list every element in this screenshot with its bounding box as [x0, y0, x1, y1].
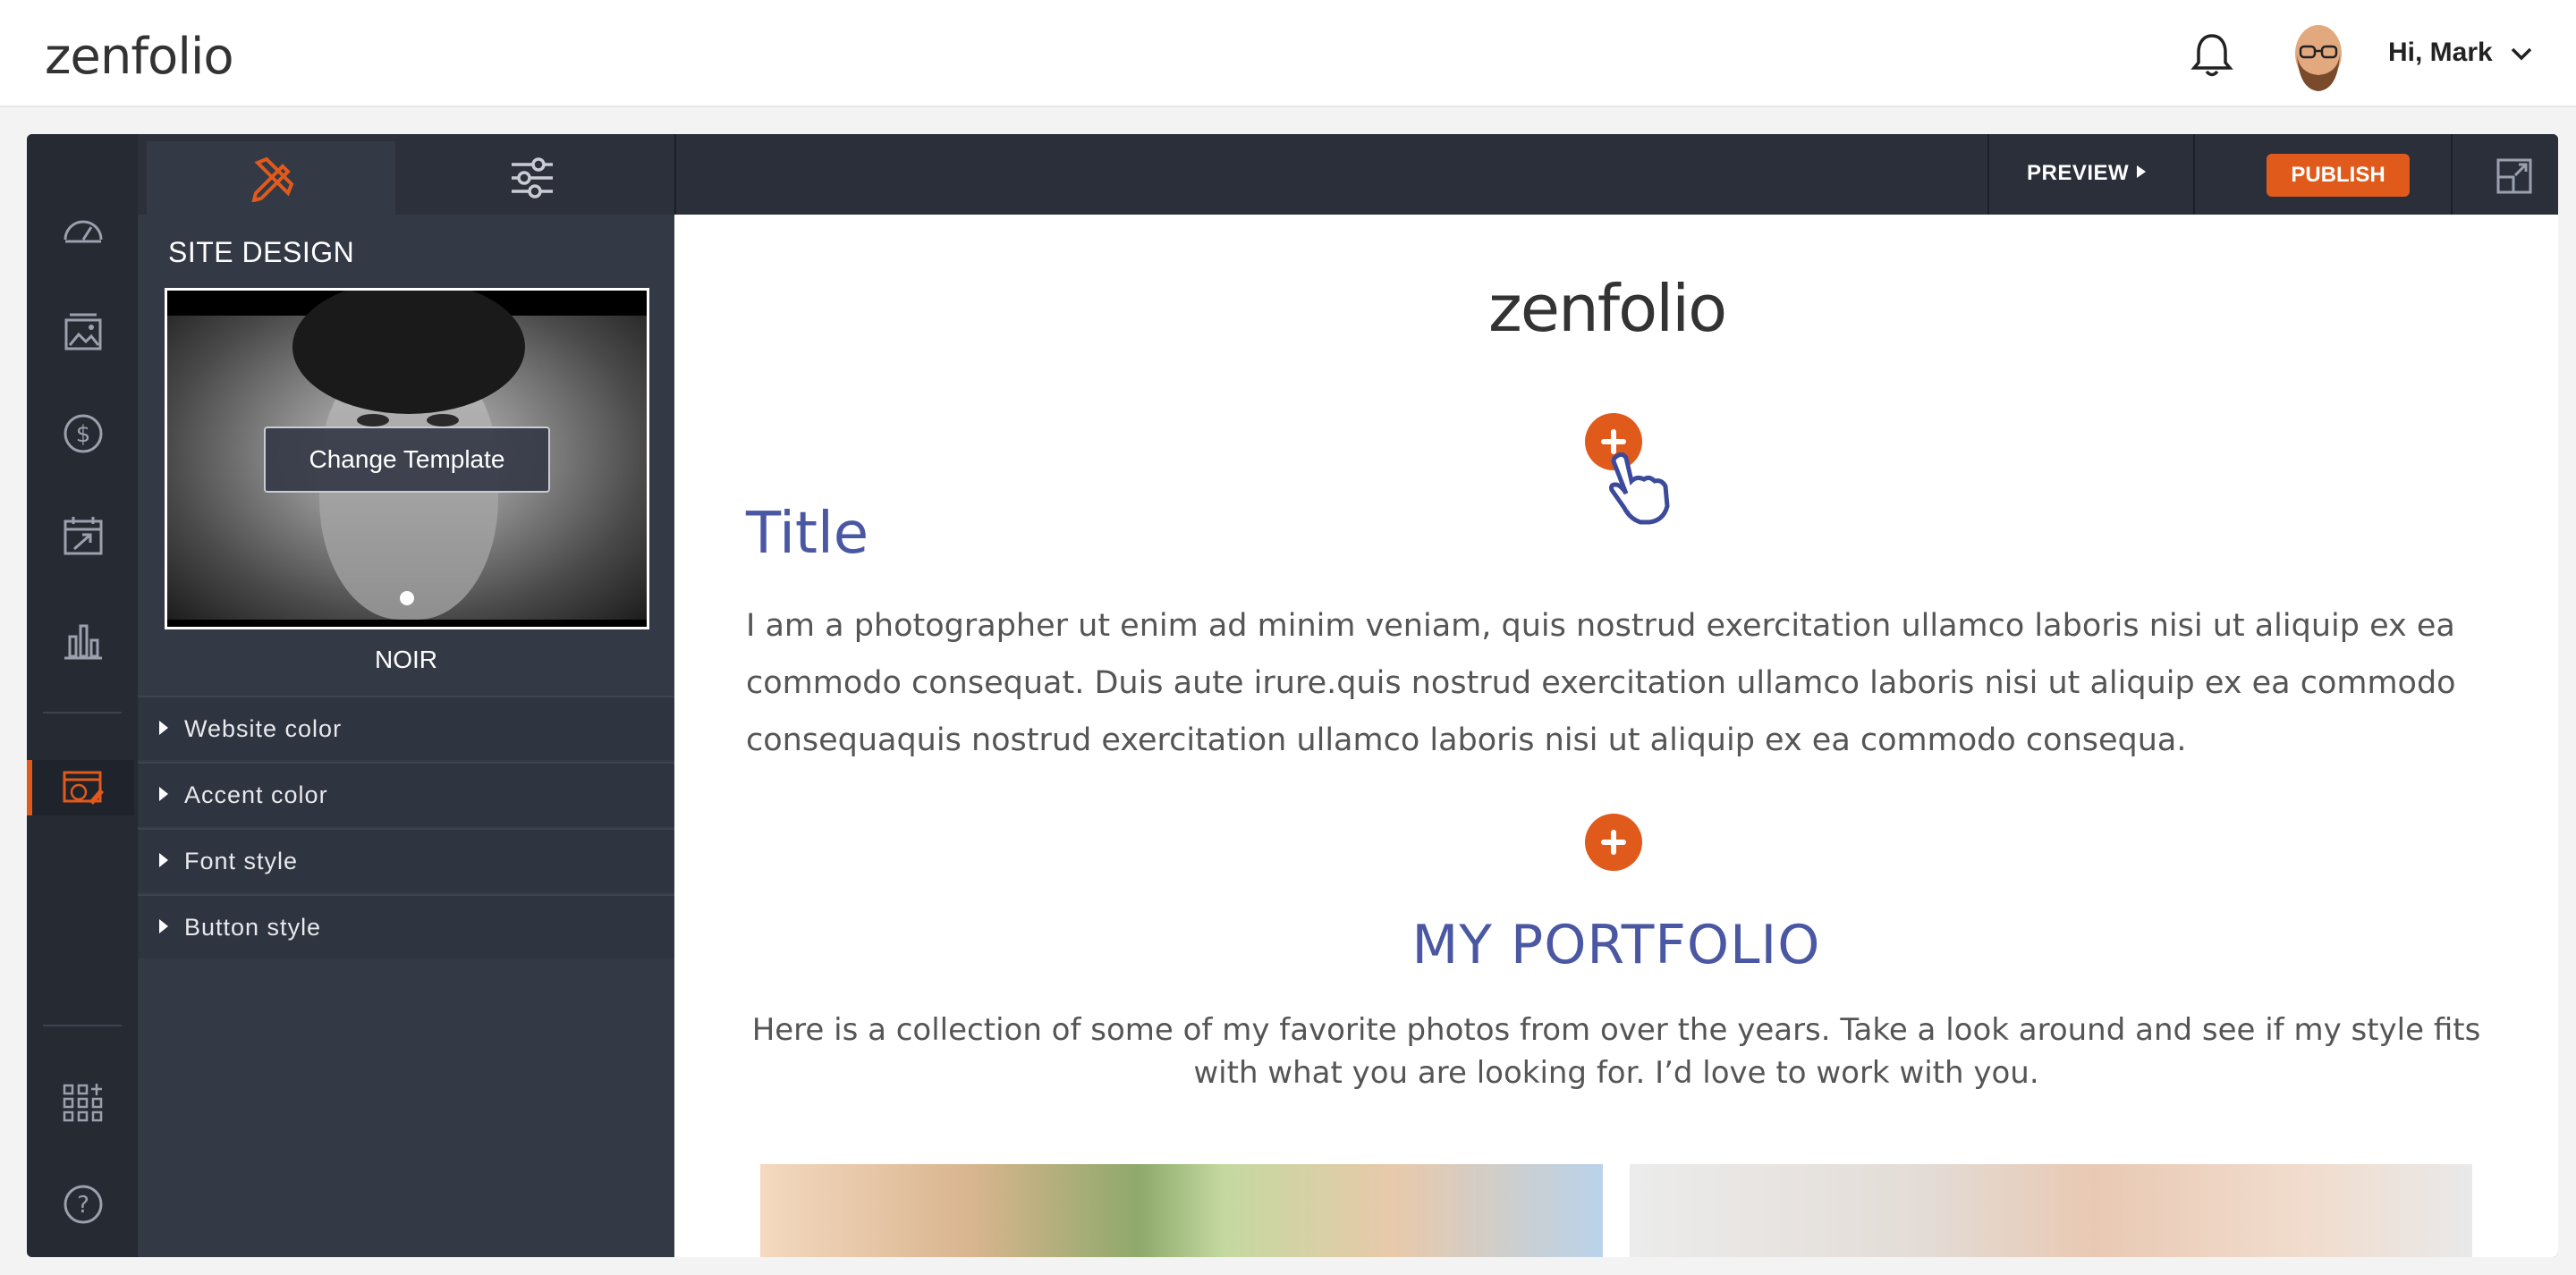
- dashboard-icon[interactable]: [61, 207, 106, 252]
- portrait-eye: [357, 414, 389, 426]
- scroll-down-icon: [400, 591, 414, 605]
- svg-text:zenfolio: zenfolio: [1488, 271, 1725, 346]
- preview-label: PREVIEW: [2027, 161, 2130, 185]
- portfolio-description[interactable]: Here is a collection of some of my favor…: [746, 1009, 2487, 1094]
- zenfolio-logo[interactable]: zenfolio: [45, 20, 250, 91]
- tab-settings[interactable]: [406, 141, 655, 215]
- caret-right-icon: [159, 853, 168, 867]
- statistics-icon[interactable]: [61, 617, 106, 662]
- accordion-font-style[interactable]: Font style: [138, 828, 674, 892]
- toolbar-divider: [1987, 134, 1989, 215]
- svg-text:zenfolio: zenfolio: [45, 28, 233, 86]
- toolbar-divider: [674, 134, 676, 215]
- site-title[interactable]: Title: [746, 501, 869, 567]
- publish-button[interactable]: PUBLISH: [2267, 154, 2410, 197]
- accordion-label: Button style: [184, 914, 322, 941]
- apps-grid-icon[interactable]: [61, 1080, 106, 1125]
- top-bar: zenfolio Hi, Mark: [0, 0, 2576, 107]
- caret-right-icon: [159, 787, 168, 801]
- sales-dollar-icon[interactable]: $: [61, 411, 106, 456]
- accordion-label: Accent color: [184, 781, 328, 808]
- site-paragraph[interactable]: I am a photographer ut enim ad minim ven…: [746, 597, 2463, 769]
- site-logo[interactable]: zenfolio: [1488, 259, 1748, 358]
- left-rail: $ ?: [27, 134, 138, 1257]
- change-template-button[interactable]: Change Template: [264, 426, 550, 493]
- website-design-icon[interactable]: [61, 765, 106, 810]
- svg-text:?: ?: [77, 1192, 89, 1219]
- caret-right-icon: [159, 721, 168, 735]
- preview-toolbar: PREVIEW PUBLISH: [674, 134, 2558, 215]
- toolbar-divider: [2451, 134, 2453, 215]
- chevron-down-icon[interactable]: [2510, 45, 2533, 63]
- accordion-accent-color[interactable]: Accent color: [138, 762, 674, 826]
- template-name: NOIR: [375, 646, 437, 673]
- tab-design[interactable]: [147, 141, 395, 215]
- calendar-icon[interactable]: [61, 513, 106, 558]
- rail-divider: [43, 1025, 122, 1026]
- design-tools-icon: [251, 156, 294, 202]
- panel-section-title: SITE DESIGN: [168, 236, 355, 268]
- user-greeting[interactable]: Hi, Mark: [2388, 38, 2493, 68]
- portfolio-photo[interactable]: [1630, 1164, 2472, 1257]
- accordion-website-color[interactable]: Website color: [138, 696, 674, 760]
- caret-right-icon: [159, 919, 168, 933]
- rail-divider: [43, 712, 122, 713]
- settings-sliders-icon: [512, 157, 553, 198]
- panel-tabs: [138, 134, 674, 215]
- preview-button[interactable]: PREVIEW: [2027, 161, 2148, 186]
- svg-text:$: $: [76, 421, 91, 448]
- editor-frame: $ ? SITE DESIGN Change Template NOIR Web…: [27, 134, 2558, 1257]
- toolbar-divider: [2193, 134, 2195, 215]
- play-icon: [2137, 165, 2147, 178]
- template-thumbnail[interactable]: ZENFOLIO PHOTOGRAPHY Change Template: [165, 288, 649, 629]
- add-section-button[interactable]: [1585, 814, 1642, 871]
- pointer-hand-icon: [1609, 452, 1670, 525]
- site-design-panel: SITE DESIGN ZENFOLIO PHOTOGRAPHY Change …: [138, 134, 674, 1257]
- accordion-label: Font style: [184, 848, 299, 874]
- portfolio-photo[interactable]: [760, 1164, 1603, 1257]
- website-preview: zenfolio Title I am a photographer ut en…: [674, 215, 2558, 1257]
- avatar[interactable]: [2283, 18, 2354, 93]
- notification-bell-icon[interactable]: [2190, 32, 2234, 79]
- help-icon[interactable]: ?: [61, 1182, 106, 1227]
- expand-icon[interactable]: [2496, 157, 2533, 195]
- portrait-eye: [427, 414, 459, 426]
- accordion-label: Website color: [184, 715, 343, 742]
- portrait-hair: [292, 291, 525, 414]
- gallery-icon[interactable]: [61, 309, 106, 354]
- accordion-button-style[interactable]: Button style: [138, 894, 674, 958]
- portfolio-heading[interactable]: MY PORTFOLIO: [674, 914, 2558, 976]
